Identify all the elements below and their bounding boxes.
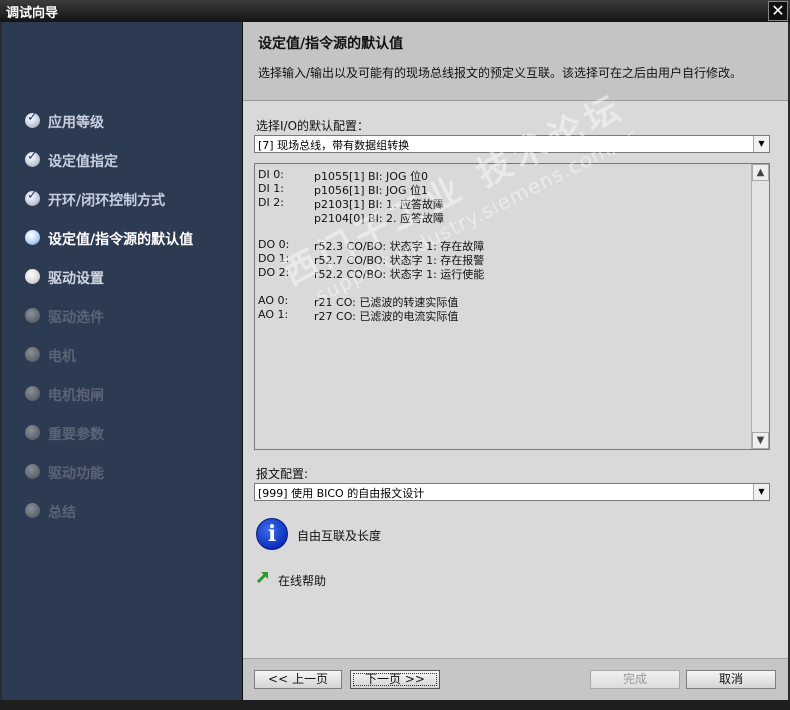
- step-status-icon: [25, 230, 40, 245]
- io-value: p2104[0] BI: 2. 应答故障: [314, 212, 445, 225]
- page-header: 设定值/指令源的默认值 选择输入/输出以及可能有的现场总线报文的预定义互联。该选…: [243, 22, 788, 101]
- wizard-window: 调试向导 ✕ 应用等级 设定值指定 开环/闭环控制方式 设定值/指令源的默认值 …: [0, 0, 790, 710]
- step-label: 驱动选件: [48, 310, 104, 326]
- window-title: 调试向导: [6, 6, 59, 21]
- main-content: 选择I/O的默认配置： [7] 现场总线，带有数据组转换 ▼ DI 0: p105…: [243, 87, 788, 658]
- io-config-label: 选择I/O的默认配置：: [256, 119, 370, 133]
- step-label: 电机: [48, 349, 76, 365]
- scroll-up-icon[interactable]: ▲: [752, 164, 769, 181]
- step-status-icon: [25, 425, 40, 440]
- footer-bar: << 上一页 下一页 >> 完成 取消: [243, 658, 788, 701]
- step-status-icon: [25, 464, 40, 479]
- step-status-icon: [25, 269, 40, 284]
- arrow-icon[interactable]: [256, 570, 270, 584]
- io-value: r52.2 CO/BO: 状态字 1: 运行使能: [314, 268, 485, 281]
- step-label: 驱动设置: [48, 271, 104, 287]
- cancel-button[interactable]: 取消: [686, 670, 776, 689]
- scroll-down-icon[interactable]: ▼: [752, 432, 769, 449]
- step-status-icon: [25, 110, 40, 128]
- io-key: DI 0:: [258, 168, 284, 181]
- finish-button: 完成: [590, 670, 680, 689]
- io-key: DO 2:: [258, 266, 290, 279]
- step-status-icon: [25, 308, 40, 323]
- step-status-icon: [25, 188, 40, 206]
- step-label: 驱动功能: [48, 466, 104, 482]
- io-key: AO 0:: [258, 294, 289, 307]
- io-value: r27 CO: 已滤波的电流实际值: [314, 310, 459, 323]
- step-status-icon: [25, 386, 40, 401]
- step-label: 设定值指定: [48, 154, 118, 170]
- info-icon: i: [256, 518, 288, 550]
- step-status-icon: [25, 149, 40, 167]
- step-status-icon: [25, 503, 40, 518]
- io-key: DI 1:: [258, 182, 284, 195]
- window-bottom-edge: [0, 700, 790, 710]
- io-key: AO 1:: [258, 308, 289, 321]
- io-key: DI 2:: [258, 196, 284, 209]
- page-description: 选择输入/输出以及可能有的现场总线报文的预定义互联。该选择可在之后由用户自行修改…: [258, 66, 743, 80]
- next-button[interactable]: 下一页 >>: [350, 670, 440, 689]
- step-status-icon: [25, 347, 40, 362]
- step-label: 设定值/指令源的默认值: [48, 232, 194, 248]
- io-config-dropdown[interactable]: [7] 现场总线，带有数据组转换 ▼: [254, 135, 770, 153]
- step-label: 开环/闭环控制方式: [48, 193, 166, 209]
- title-bar[interactable]: 调试向导 ✕: [0, 0, 790, 22]
- wizard-steps-sidebar: 应用等级 设定值指定 开环/闭环控制方式 设定值/指令源的默认值 驱动设置 驱动…: [2, 22, 243, 700]
- telegram-label: 报文配置:: [256, 467, 309, 481]
- info-text: 自由互联及长度: [297, 529, 382, 543]
- close-icon[interactable]: ✕: [768, 1, 788, 21]
- io-config-value: [7] 现场总线，带有数据组转换: [258, 139, 410, 152]
- io-key: DO 1:: [258, 252, 290, 265]
- io-key: DO 0:: [258, 238, 290, 251]
- step-label: 重要参数: [48, 427, 104, 443]
- step-label: 应用等级: [48, 115, 104, 131]
- telegram-dropdown[interactable]: [999] 使用 BICO 的自由报文设计 ▼: [254, 483, 770, 501]
- vertical-scrollbar[interactable]: ▲ ▼: [751, 164, 769, 449]
- step-label: 总结: [48, 505, 76, 521]
- page-title: 设定值/指令源的默认值: [258, 36, 404, 52]
- dropdown-arrow-icon[interactable]: ▼: [753, 484, 769, 500]
- telegram-value: [999] 使用 BICO 的自由报文设计: [258, 487, 425, 500]
- back-button[interactable]: << 上一页: [254, 670, 342, 689]
- step-label: 电机抱闸: [48, 388, 104, 404]
- io-assignment-list[interactable]: DI 0: p1055[1] BI: JOG 位0 DI 1: p1056[1] B…: [254, 163, 770, 450]
- dropdown-arrow-icon[interactable]: ▼: [753, 136, 769, 152]
- online-help-link[interactable]: 在线帮助: [278, 572, 326, 589]
